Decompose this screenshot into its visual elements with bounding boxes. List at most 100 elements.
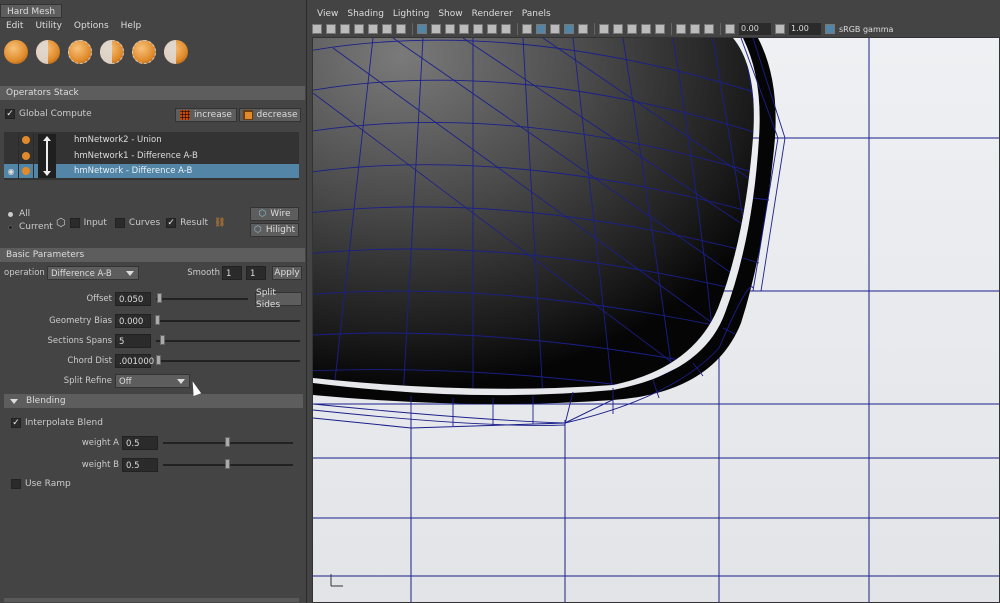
chevron-down-icon (177, 379, 185, 384)
shadows-icon[interactable] (613, 24, 623, 34)
orange-half-sphere-icon[interactable] (36, 40, 60, 64)
wireframe-on-shaded-icon[interactable] (564, 24, 574, 34)
operator-type-icon (19, 149, 34, 163)
gate-mask-icon[interactable] (459, 24, 469, 34)
safe-title-icon[interactable] (501, 24, 511, 34)
weight-b-slider-thumb[interactable] (225, 459, 230, 469)
operation-dropdown[interactable]: Difference A-B (47, 266, 139, 280)
smooth-shade-icon[interactable] (536, 24, 546, 34)
result-checkbox[interactable]: ✓ (166, 217, 177, 228)
viewport-canvas[interactable] (312, 37, 1000, 603)
operators-stack-header[interactable]: Operators Stack (0, 86, 305, 100)
offset-slider[interactable] (156, 298, 248, 300)
hilight-button[interactable]: ⬡ Hilight (250, 223, 299, 237)
viewport-menu-lighting[interactable]: Lighting (393, 7, 429, 21)
reorder-arrows-icon[interactable] (38, 134, 56, 178)
weight-a-slider-thumb[interactable] (225, 437, 230, 447)
color-space-label[interactable]: sRGB gamma (839, 25, 893, 34)
2d-pan-icon[interactable] (382, 24, 392, 34)
grid-increase-icon (180, 110, 191, 120)
geometry-bias-field[interactable]: 0.000 (115, 314, 151, 328)
sections-spans-field[interactable]: 5 (115, 334, 151, 348)
orange-sphere-icon[interactable] (4, 40, 28, 64)
xray-icon[interactable] (690, 24, 700, 34)
offset-slider-thumb[interactable] (157, 293, 162, 303)
wireframe-icon[interactable] (396, 24, 406, 34)
wireframe-shade-icon[interactable] (522, 24, 532, 34)
orange-sphere-outline-icon[interactable] (132, 40, 156, 64)
curves-checkbox[interactable] (114, 217, 125, 228)
gamma-field[interactable]: 1.00 (789, 23, 821, 35)
geometry-bias-slider-thumb[interactable] (155, 315, 160, 325)
xray-joints-icon[interactable] (704, 24, 714, 34)
wire-cube-icon: ⬡ (258, 209, 267, 219)
motion-blur-icon[interactable] (641, 24, 651, 34)
eye-icon[interactable]: ◉ (4, 164, 19, 178)
default-material-icon[interactable] (550, 24, 560, 34)
smooth-b-field[interactable]: 1 (246, 266, 266, 280)
grease-pencil-icon[interactable] (368, 24, 378, 34)
camera-icon[interactable] (312, 24, 322, 34)
use-ramp-checkbox[interactable] (11, 479, 21, 489)
current-radio-row[interactable]: Current (8, 222, 53, 232)
viewport-menu-panels[interactable]: Panels (522, 7, 551, 21)
decrease-button[interactable]: decrease (239, 108, 301, 122)
orange-half-sphere-dashed-icon[interactable] (100, 40, 124, 64)
viewport-menu-renderer[interactable]: Renderer (472, 7, 513, 21)
viewport-menu-bar: View Shading Lighting Show Renderer Pane… (308, 7, 1000, 21)
image-plane-icon[interactable] (354, 24, 364, 34)
input-checkbox[interactable] (69, 217, 80, 228)
visibility-toggle[interactable] (4, 149, 19, 163)
curves-label: Curves (128, 217, 161, 228)
field-chart-icon[interactable] (473, 24, 483, 34)
current-radio[interactable] (8, 224, 13, 230)
viewport-menu-show[interactable]: Show (438, 7, 462, 21)
visibility-toggle[interactable] (4, 133, 19, 147)
menu-utility[interactable]: Utility (35, 19, 61, 34)
global-compute-checkbox[interactable]: ✓ (5, 109, 15, 119)
color-management-icon[interactable] (825, 24, 835, 34)
sections-spans-slider-thumb[interactable] (160, 335, 165, 345)
all-radio-row[interactable]: All (8, 209, 30, 219)
anti-aliasing-icon[interactable] (655, 24, 665, 34)
safe-action-icon[interactable] (487, 24, 497, 34)
film-gate-icon[interactable] (431, 24, 441, 34)
geometry-bias-slider[interactable] (156, 320, 300, 322)
offset-field[interactable]: 0.050 (115, 292, 151, 306)
all-radio[interactable] (8, 211, 13, 217)
grid-icon[interactable] (417, 24, 427, 34)
wire-button[interactable]: ⬡ Wire (250, 207, 299, 221)
smooth-a-field[interactable]: 1 (222, 266, 242, 280)
weight-b-field[interactable]: 0.5 (122, 458, 158, 472)
orange-sphere-cut-icon[interactable] (164, 40, 188, 64)
menu-help[interactable]: Help (121, 19, 142, 34)
viewport-menu-view[interactable]: View (317, 7, 338, 21)
bookmark-icon[interactable] (340, 24, 350, 34)
chord-dist-field[interactable]: .001000 (115, 354, 154, 368)
split-refine-dropdown[interactable]: Off (115, 374, 190, 388)
weight-a-field[interactable]: 0.5 (122, 436, 158, 450)
textured-icon[interactable] (578, 24, 588, 34)
orange-sphere-dashed-icon[interactable] (68, 40, 92, 64)
split-sides-button[interactable]: Split Sides (255, 288, 302, 310)
chord-dist-slider[interactable] (156, 360, 300, 362)
ambient-occlusion-icon[interactable] (627, 24, 637, 34)
blending-header[interactable]: Blending (4, 394, 303, 408)
menu-options[interactable]: Options (74, 19, 109, 34)
interpolate-blend-checkbox[interactable]: ✓ (11, 418, 21, 428)
viewport-menu-shading[interactable]: Shading (347, 7, 384, 21)
basic-parameters-header[interactable]: Basic Parameters (0, 248, 305, 262)
menu-edit[interactable]: Edit (6, 19, 23, 34)
panel-scrollbar[interactable] (4, 598, 299, 602)
use-all-lights-icon[interactable] (599, 24, 609, 34)
sections-spans-slider[interactable] (156, 340, 300, 342)
exposure-field[interactable]: 0.00 (739, 23, 771, 35)
increase-button[interactable]: increase (175, 108, 237, 122)
resolution-gate-icon[interactable] (445, 24, 455, 34)
camera-attributes-icon[interactable] (326, 24, 336, 34)
menu-bar: Edit Utility Options Help (0, 19, 307, 34)
apply-button[interactable]: Apply (272, 266, 302, 280)
lock-icon[interactable]: ⛓ (214, 218, 225, 228)
isolate-select-icon[interactable] (676, 24, 686, 34)
chord-dist-slider-thumb[interactable] (156, 355, 161, 365)
